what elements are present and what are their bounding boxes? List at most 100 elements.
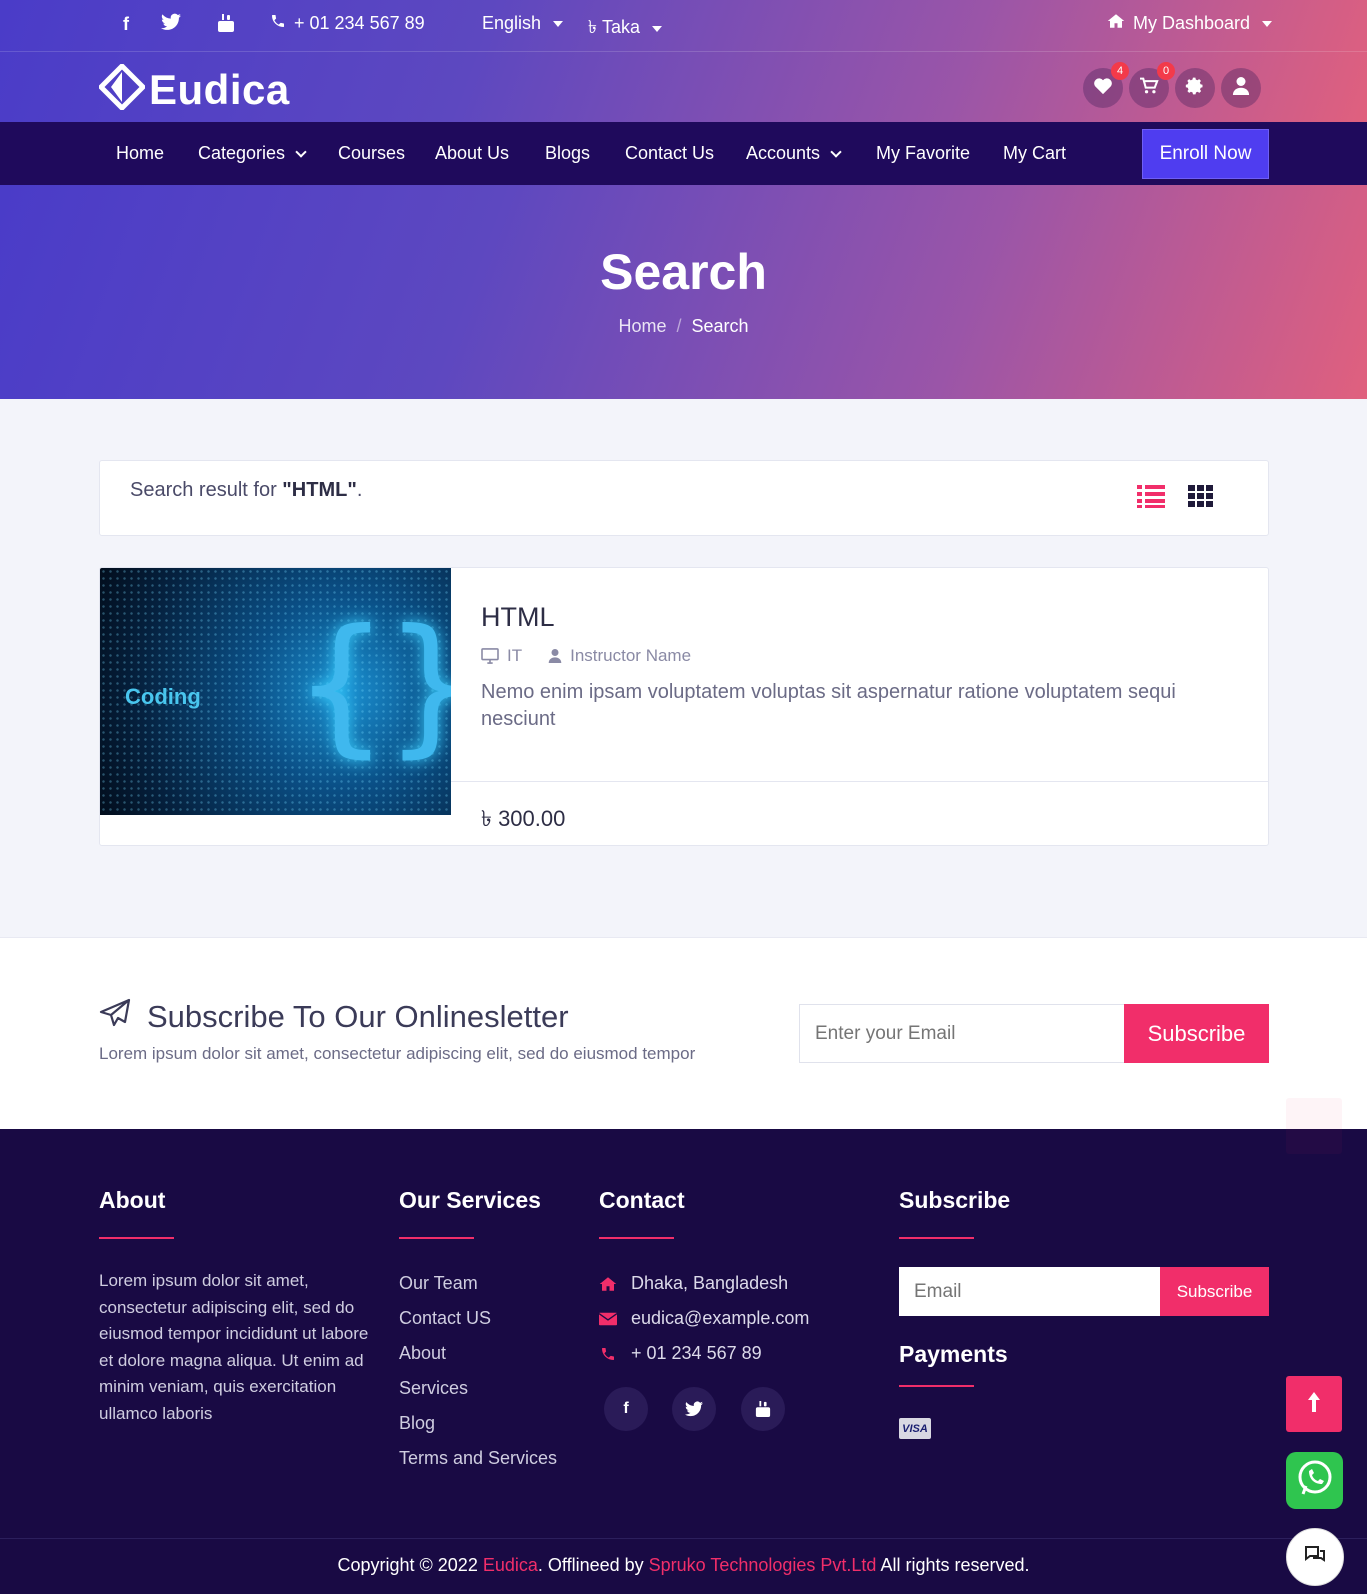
- footer-link-blog[interactable]: Blog: [399, 1413, 435, 1434]
- page-hero: Search Home / Search: [0, 185, 1367, 399]
- brand-name: Eudica: [149, 65, 290, 113]
- grid-view-icon[interactable]: [1188, 483, 1216, 509]
- course-meta: IT Instructor Name: [481, 646, 691, 666]
- footer-email: eudica@example.com: [599, 1308, 809, 1329]
- chevron-down-icon: [830, 145, 842, 158]
- currency-dropdown[interactable]: ৳ Taka: [588, 13, 662, 44]
- caret-down-icon: [1262, 20, 1273, 27]
- phone-icon: [270, 13, 286, 34]
- footer-facebook-icon[interactable]: f: [604, 1387, 648, 1431]
- settings-button[interactable]: [1175, 68, 1215, 108]
- gear-icon: [1185, 76, 1205, 101]
- footer-services-title: Our Services: [399, 1187, 541, 1213]
- nav-courses[interactable]: Courses: [338, 143, 405, 164]
- footer-link-contact-us[interactable]: Contact US: [399, 1308, 491, 1329]
- copyright-company-link[interactable]: Spruko Technologies Pvt.Ltd: [649, 1555, 877, 1575]
- footer-phone: + 01 234 567 89: [599, 1343, 762, 1364]
- user-icon: [1232, 76, 1250, 101]
- course-card[interactable]: Coding {} HTML IT Instructor Name Nemo e…: [99, 567, 1269, 846]
- nav-categories-label: Categories: [198, 143, 286, 163]
- footer-subscribe-button[interactable]: Subscribe: [1160, 1267, 1269, 1316]
- newsletter-email-input[interactable]: [799, 1004, 1125, 1063]
- footer-link-services[interactable]: Services: [399, 1378, 468, 1399]
- footer-link-our-team[interactable]: Our Team: [399, 1273, 478, 1294]
- search-result-text: Search result for "HTML".: [130, 479, 362, 502]
- nav-accounts[interactable]: Accounts: [746, 143, 842, 164]
- divider: [899, 1237, 974, 1239]
- language-dropdown[interactable]: English: [482, 13, 564, 34]
- breadcrumb-home[interactable]: Home: [618, 316, 666, 336]
- footer-address-text: Dhaka, Bangladesh: [631, 1273, 789, 1293]
- nav-my-cart[interactable]: My Cart: [1003, 143, 1066, 164]
- nav-blogs[interactable]: Blogs: [545, 143, 590, 164]
- search-result-bar: Search result for "HTML".: [99, 460, 1269, 536]
- currency-label: ৳ Taka: [588, 17, 640, 37]
- whatsapp-button[interactable]: [1286, 1452, 1343, 1509]
- nav-about-us[interactable]: About Us: [435, 143, 509, 164]
- copyright-prefix: Copyright © 2022: [337, 1555, 483, 1575]
- wishlist-count-badge: 4: [1111, 62, 1129, 80]
- twitter-icon[interactable]: [161, 13, 181, 31]
- footer-email-input[interactable]: [899, 1267, 1160, 1316]
- divider: [899, 1385, 974, 1387]
- nav-my-favorite[interactable]: My Favorite: [876, 143, 970, 164]
- breadcrumb-current: Search: [691, 316, 749, 336]
- course-category-label: IT: [507, 646, 523, 665]
- footer-about-title: About: [99, 1187, 166, 1213]
- language-label: English: [482, 13, 542, 33]
- footer-email-text[interactable]: eudica@example.com: [631, 1308, 809, 1329]
- divider: [99, 1237, 174, 1239]
- course-instructor: Instructor Name: [548, 646, 691, 666]
- newsletter-section: Subscribe To Our Onlinesletter Lorem ips…: [0, 937, 1367, 1129]
- copyright: Copyright © 2022 Eudica. Offlineed by Sp…: [0, 1538, 1367, 1594]
- copyright-brand-link[interactable]: Eudica: [483, 1555, 538, 1575]
- dashboard-dropdown[interactable]: My Dashboard: [1107, 13, 1273, 34]
- footer-subscribe-title: Subscribe: [899, 1187, 1011, 1213]
- divider: [599, 1237, 674, 1239]
- enroll-now-button[interactable]: Enroll Now: [1142, 129, 1269, 179]
- footer-link-about[interactable]: About: [399, 1343, 446, 1364]
- footer-link-terms[interactable]: Terms and Services: [399, 1448, 557, 1469]
- youtube-icon[interactable]: [217, 13, 235, 33]
- chat-button[interactable]: [1286, 1528, 1344, 1586]
- footer-about-text: Lorem ipsum dolor sit amet, consectetur …: [99, 1271, 369, 1423]
- search-query: "HTML": [282, 479, 357, 501]
- cart-icon: [1139, 77, 1159, 100]
- newsletter-heading: Subscribe To Our Onlinesletter: [99, 998, 569, 1036]
- course-title[interactable]: HTML: [481, 602, 555, 633]
- header: f + 01 234 567 89 English ৳ Taka My Dash…: [0, 0, 1367, 122]
- user-icon: [548, 648, 562, 664]
- home-icon: [599, 1276, 617, 1292]
- home-icon: [1107, 13, 1125, 34]
- caret-down-icon: [553, 20, 564, 27]
- chevron-down-icon: [295, 145, 307, 158]
- dashboard-label: My Dashboard: [1133, 13, 1251, 33]
- user-button[interactable]: [1221, 68, 1261, 108]
- brand-logo[interactable]: Eudica: [97, 62, 290, 115]
- nav-categories[interactable]: Categories: [198, 143, 307, 164]
- course-category: IT: [481, 646, 522, 666]
- course-thumbnail[interactable]: Coding {}: [100, 568, 451, 815]
- page-title: Search: [600, 244, 767, 300]
- footer-youtube-icon[interactable]: [741, 1387, 785, 1431]
- cart-button[interactable]: 0: [1129, 62, 1175, 108]
- caret-down-icon: [652, 25, 662, 32]
- nav-home[interactable]: Home: [116, 143, 164, 164]
- footer-twitter-icon[interactable]: [672, 1387, 716, 1431]
- logo-icon: [97, 62, 147, 115]
- newsletter-subtitle: Lorem ipsum dolor sit amet, consectetur …: [99, 1044, 696, 1063]
- back-to-top-button[interactable]: [1286, 1376, 1342, 1432]
- arrow-up-icon: [1306, 1389, 1322, 1420]
- facebook-icon[interactable]: f: [115, 13, 137, 35]
- wishlist-button[interactable]: 4: [1083, 62, 1129, 108]
- copyright-suffix: All rights reserved.: [876, 1555, 1030, 1575]
- footer-payments-title: Payments: [899, 1341, 1008, 1367]
- newsletter-subscribe-button[interactable]: Subscribe: [1124, 1004, 1269, 1063]
- copyright-mid: . Offlineed by: [537, 1555, 649, 1575]
- nav-contact-us[interactable]: Contact Us: [625, 143, 714, 164]
- cart-count-badge: 0: [1157, 62, 1175, 80]
- breadcrumb: Home / Search: [618, 316, 749, 336]
- paper-plane-icon: [99, 998, 131, 1036]
- phone-contact: + 01 234 567 89: [270, 13, 425, 34]
- list-view-icon[interactable]: [1137, 483, 1165, 509]
